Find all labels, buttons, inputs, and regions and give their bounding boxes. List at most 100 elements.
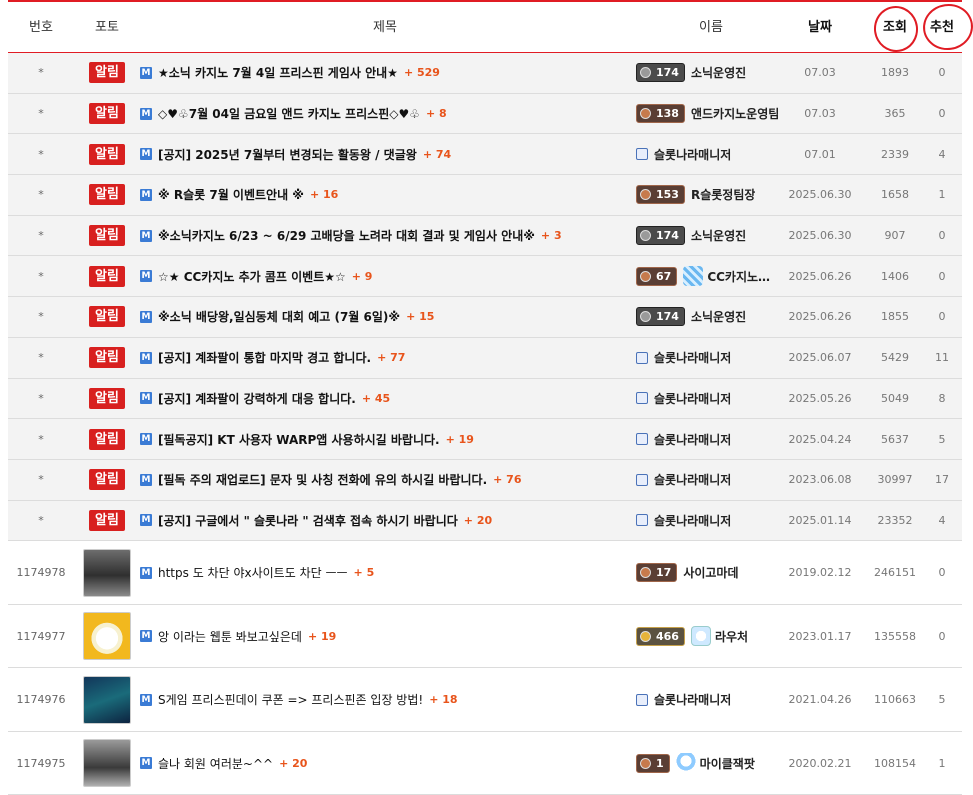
author-cell[interactable]: 슬롯나라매니저 — [636, 501, 796, 541]
post-number: * — [38, 432, 44, 446]
comment-count[interactable]: + 45 — [362, 392, 390, 405]
author-name[interactable]: 라우처 — [715, 628, 748, 645]
mobile-icon: M — [140, 188, 152, 201]
author-cell[interactable]: 174 소닉운영진 — [636, 53, 796, 93]
comment-count[interactable]: + 16 — [310, 188, 338, 201]
photo-cell: 알림 — [80, 419, 134, 459]
author-name[interactable]: R슬롯정팀장 — [691, 186, 755, 203]
notice-badge: 알림 — [89, 103, 125, 125]
author-cell[interactable]: 슬롯나라매니저 — [636, 338, 796, 378]
author-name[interactable]: 소닉운영진 — [691, 227, 746, 244]
author-cell[interactable]: 174 소닉운영진 — [636, 216, 796, 256]
author-name[interactable]: 마이클잭팟 — [700, 755, 755, 772]
post-thumbnail[interactable] — [83, 675, 131, 724]
comment-count[interactable]: + 77 — [377, 351, 405, 364]
post-title-link[interactable]: [공지] 2025년 7월부터 변경되는 활동왕 / 댓글왕 — [158, 146, 417, 163]
author-name[interactable]: 소닉운영진 — [691, 308, 746, 325]
author-name[interactable]: 소닉운영진 — [691, 64, 746, 81]
manager-icon — [636, 351, 648, 364]
post-title-link[interactable]: [공지] 계좌팔이 통합 마지막 경고 합니다. — [158, 349, 371, 366]
comment-count[interactable]: + 20 — [464, 514, 492, 527]
photo-cell — [80, 605, 134, 668]
author-cell[interactable]: 슬롯나라매니저 — [636, 419, 796, 459]
header-date[interactable]: 날짜 — [776, 2, 864, 53]
author-name[interactable]: 슬롯나라매니저 — [654, 691, 731, 708]
author-name[interactable]: 슬롯나라매니저 — [654, 349, 731, 366]
level-number: 153 — [656, 188, 679, 202]
post-title-link[interactable]: S게임 프리스핀데이 쿠폰 => 프리스핀존 입장 방법! — [158, 691, 423, 708]
view-count: 5637 — [881, 432, 909, 446]
author-cell[interactable]: 슬롯나라매니저 — [636, 134, 796, 174]
comment-count[interactable]: + 5 — [354, 566, 375, 579]
mobile-icon: M — [140, 473, 152, 486]
author-name[interactable]: 사이고마데 — [683, 564, 738, 581]
comment-count[interactable]: + 529 — [404, 66, 440, 79]
author-cell[interactable]: 174 소닉운영진 — [636, 297, 796, 337]
post-date: 2023.01.17 — [788, 629, 852, 643]
author-name[interactable]: 슬롯나라매니저 — [654, 146, 731, 163]
post-title-link[interactable]: https 도 차단 야x사이트도 차단 ㅡㅡ — [158, 564, 348, 581]
level-number: 17 — [656, 566, 672, 579]
comment-count[interactable]: + 19 — [308, 630, 336, 643]
comment-count[interactable]: + 8 — [426, 107, 447, 120]
post-title-link[interactable]: 앙 이라는 웹툰 봐보고싶은데 — [158, 628, 302, 645]
comment-count[interactable]: + 76 — [493, 473, 521, 486]
post-title-link[interactable]: [공지] 계좌팔이 강력하게 대응 합니다. — [158, 390, 356, 407]
author-name[interactable]: CC카지노… — [707, 268, 770, 285]
post-thumbnail[interactable] — [83, 612, 131, 660]
post-title-link[interactable]: ※ R슬롯 7월 이벤트안내 ※ — [158, 186, 304, 203]
comment-count[interactable]: + 19 — [446, 433, 474, 446]
view-count: 1406 — [881, 269, 909, 283]
level-badge: 174 — [636, 63, 685, 83]
author-cell[interactable]: 153 R슬롯정팀장 — [636, 175, 796, 215]
comment-count[interactable]: + 3 — [541, 229, 562, 242]
post-thumbnail[interactable] — [83, 739, 131, 787]
post-thumbnail[interactable] — [83, 548, 131, 597]
author-name[interactable]: 앤드카지노운영팀 — [691, 105, 779, 122]
author-cell[interactable]: 슬롯나라매니저 — [636, 460, 796, 500]
recommend-count: 5 — [938, 432, 946, 446]
comment-count[interactable]: + 9 — [352, 270, 373, 283]
author-cell[interactable]: 슬롯나라매니저 — [636, 379, 796, 419]
author-name[interactable]: 슬롯나라매니저 — [654, 471, 731, 488]
comment-count[interactable]: + 20 — [279, 757, 307, 770]
post-number: * — [38, 473, 44, 487]
author-cell[interactable]: 1 마이클잭팟 — [636, 732, 796, 795]
author-cell[interactable]: 17 사이고마데 — [636, 541, 796, 604]
author-cell[interactable]: 슬롯나라매니저 — [636, 668, 796, 731]
view-count: 23352 — [877, 513, 913, 527]
level-badge: 174 — [636, 307, 685, 327]
post-number: * — [38, 147, 44, 161]
post-number: * — [38, 269, 44, 283]
post-title-link[interactable]: ※소닉카지노 6/23 ~ 6/29 고배당을 노려라 대회 결과 및 게임사 … — [158, 227, 535, 244]
post-title-link[interactable]: ※소닉 배당왕,일심동체 대회 예고 (7월 6일)※ — [158, 308, 400, 325]
post-title-link[interactable]: [공지] 구글에서 " 슬롯나라 " 검색후 접속 하시기 바랍니다 — [158, 512, 458, 529]
comment-count[interactable]: + 15 — [406, 310, 434, 323]
level-badge: 17 — [636, 563, 678, 582]
post-title-link[interactable]: [필독 주의 재업로드] 문자 및 사칭 전화에 유의 하시길 바랍니다. — [158, 471, 487, 488]
photo-cell: 알림 — [80, 134, 134, 174]
author-name[interactable]: 슬롯나라매니저 — [654, 512, 731, 529]
author-cell[interactable]: 466 라우처 — [636, 605, 796, 668]
author-cell[interactable]: 138 앤드카지노운영팀 — [636, 94, 796, 134]
post-title-link[interactable]: 슬나 회원 여러분~^^ — [158, 755, 273, 772]
mobile-icon: M — [140, 107, 152, 120]
post-title-link[interactable]: [필독공지] KT 사용자 WARP앱 사용하시길 바랍니다. — [158, 431, 440, 448]
title-cell: M ☆★ CC카지노 추가 콤프 이벤트★☆ + 9 — [140, 256, 630, 296]
author-cell[interactable]: 67 CC카지노… — [636, 256, 796, 296]
post-date: 2025.06.30 — [788, 188, 852, 202]
author-name[interactable]: 슬롯나라매니저 — [654, 390, 731, 407]
view-count: 1893 — [881, 66, 909, 80]
post-number: * — [38, 351, 44, 365]
comment-count[interactable]: + 18 — [429, 693, 457, 706]
table-header: 번호 포토 제목 이름 날짜 조회 추천 — [8, 0, 973, 55]
title-cell: M [공지] 계좌팔이 강력하게 대응 합니다. + 45 — [140, 379, 630, 419]
author-name[interactable]: 슬롯나라매니저 — [654, 431, 731, 448]
comment-count[interactable]: + 74 — [423, 148, 451, 161]
post-number: * — [38, 107, 44, 121]
recommend-count: 5 — [938, 693, 946, 706]
post-title-link[interactable]: ☆★ CC카지노 추가 콤프 이벤트★☆ — [158, 268, 346, 285]
post-date: 2025.06.26 — [788, 310, 852, 324]
post-title-link[interactable]: ★소닉 카지노 7월 4일 프리스핀 게임사 안내★ — [158, 64, 398, 81]
post-title-link[interactable]: ◇♥♧7월 04일 금요일 앤드 카지노 프리스핀◇♥♧ — [158, 105, 420, 122]
